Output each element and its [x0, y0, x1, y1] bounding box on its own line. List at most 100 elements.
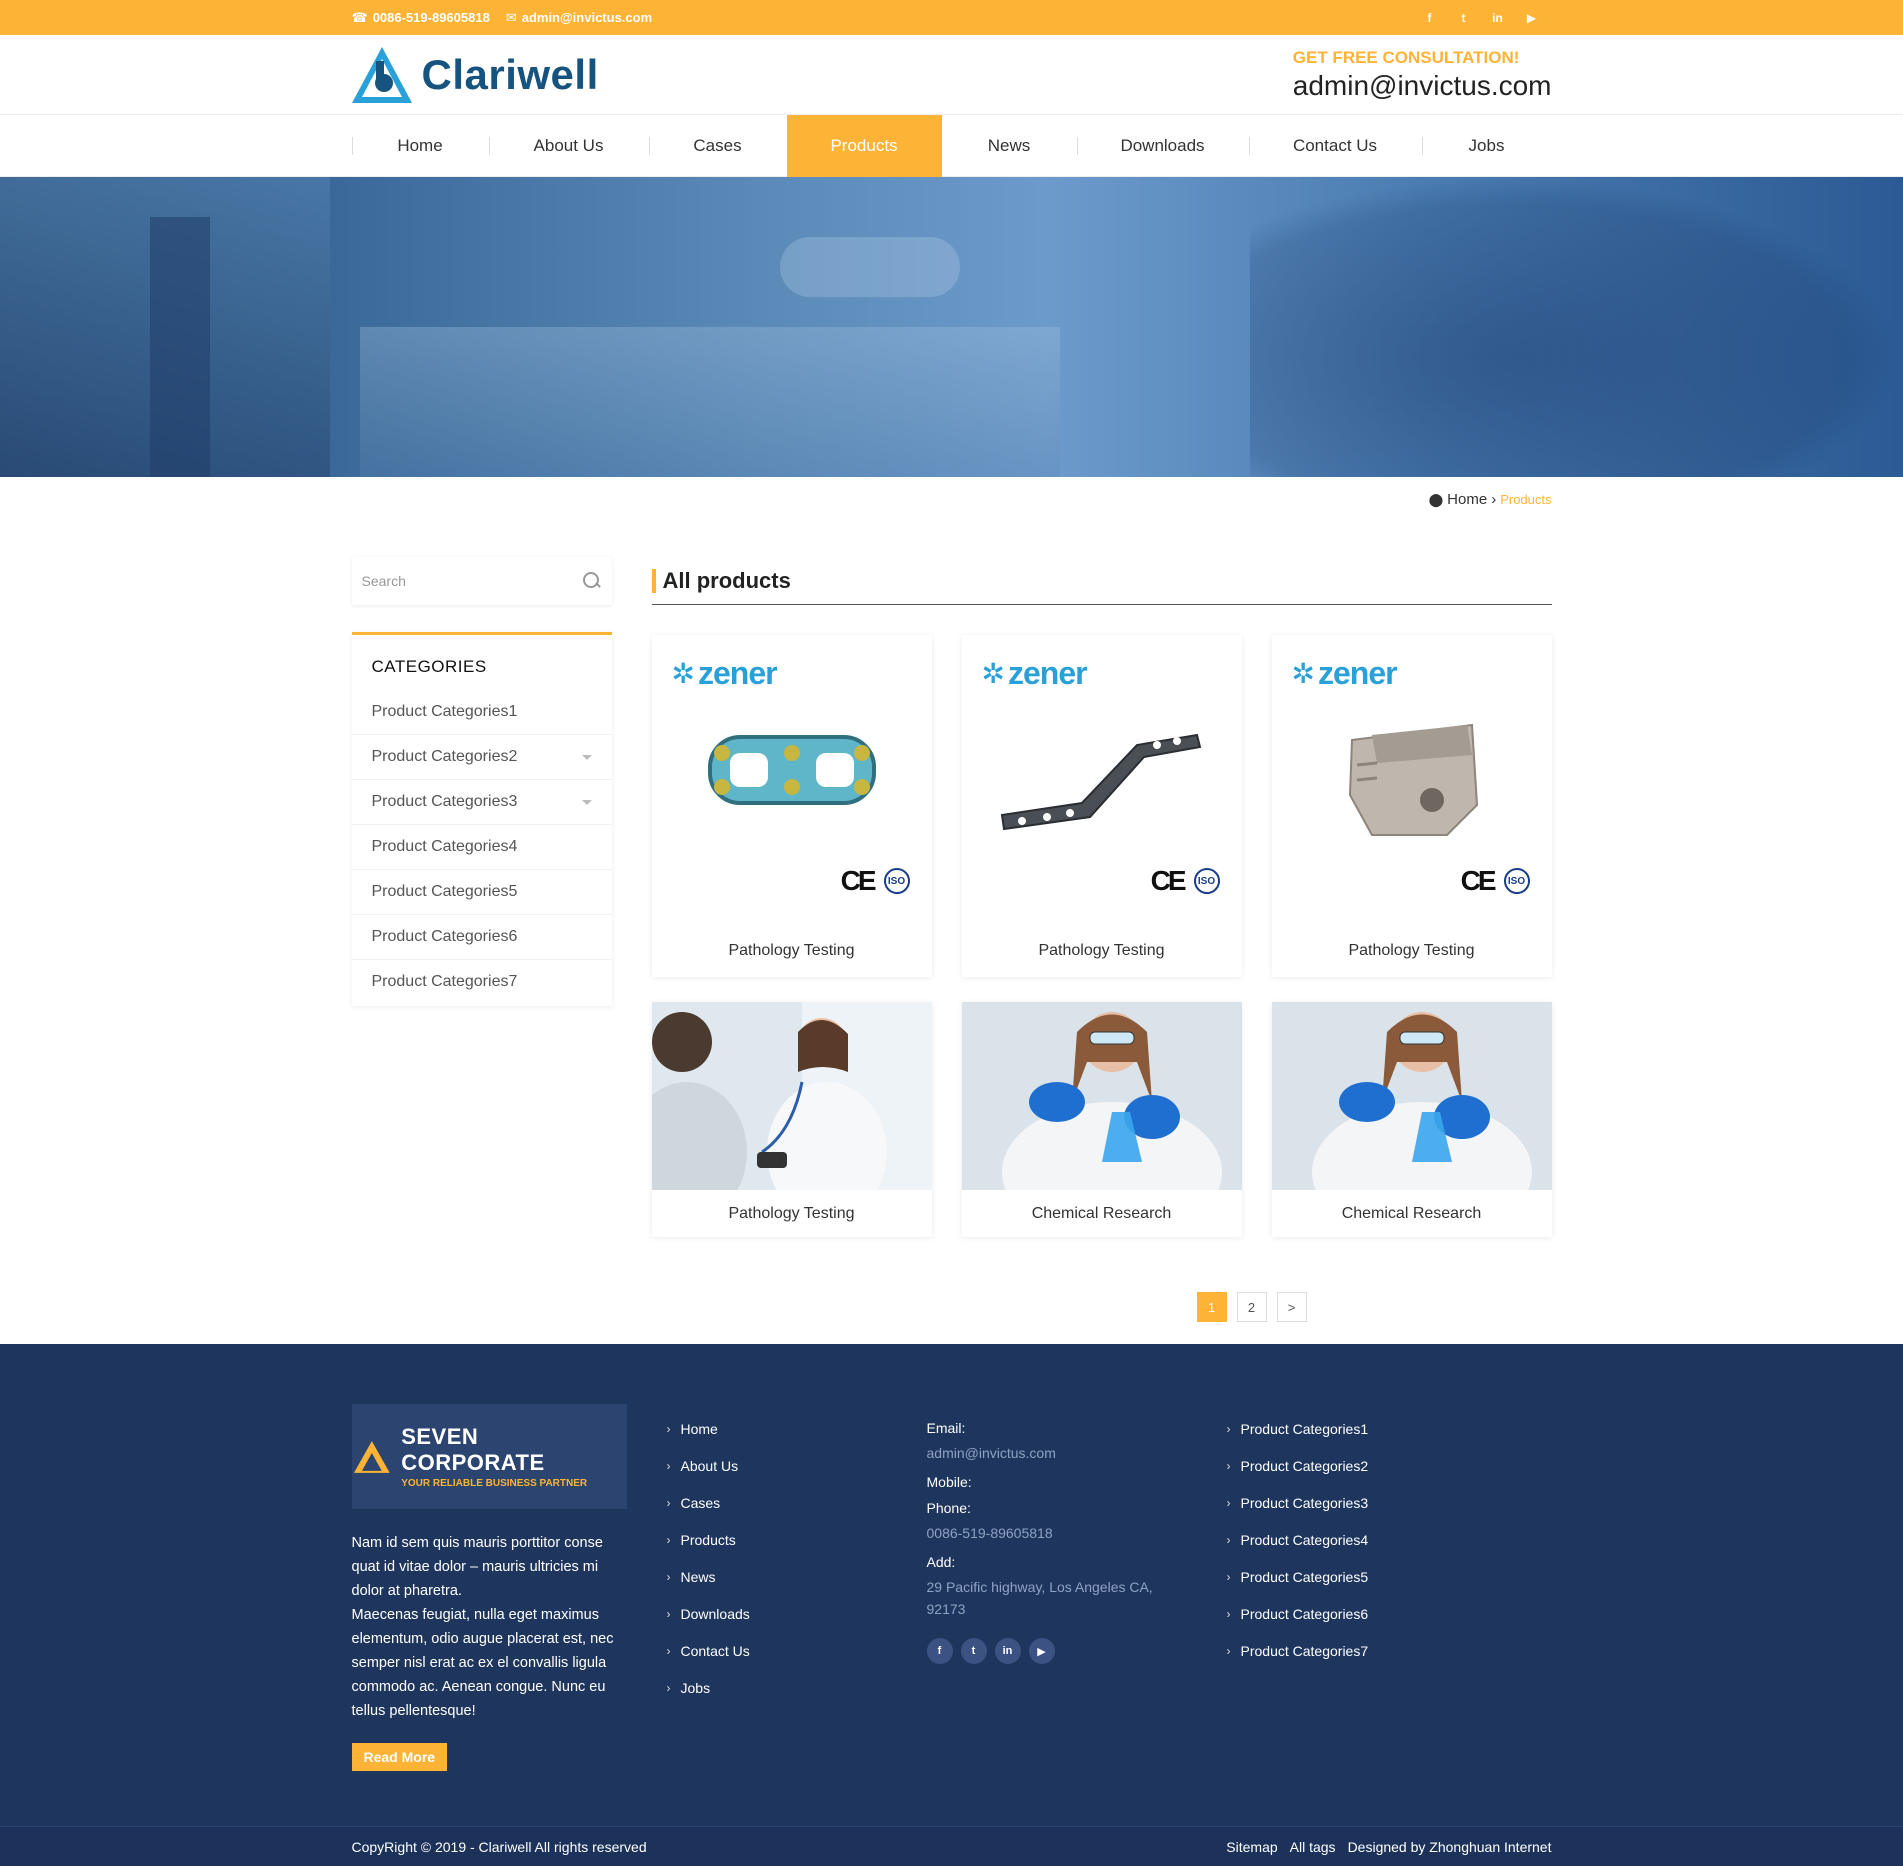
consult-email[interactable]: admin@invictus.com: [1293, 70, 1552, 102]
page-2-button[interactable]: 2: [1236, 1292, 1267, 1322]
corporate-logo-icon: [353, 1440, 390, 1473]
footer-category-3[interactable]: › Product Categories3: [1227, 1484, 1527, 1521]
category-item-4[interactable]: Product Categories4: [351, 824, 612, 869]
category-item-7[interactable]: Product Categories7: [351, 959, 612, 1004]
category-item-1[interactable]: Product Categories1: [352, 689, 612, 734]
breadcrumb-home[interactable]: Home: [1447, 491, 1487, 508]
product-caption[interactable]: Pathology Testing: [962, 925, 1242, 977]
product-card[interactable]: Chemical Research: [961, 1002, 1242, 1237]
next-page-button[interactable]: >: [1276, 1292, 1307, 1322]
footer-link-label: About Us: [680, 1457, 739, 1474]
category-item-6[interactable]: Product Categories6: [351, 914, 612, 959]
nav-item-downloads[interactable]: Downloads: [1076, 115, 1249, 177]
product-caption[interactable]: Chemical Research: [1272, 1190, 1552, 1237]
twitter-icon[interactable]: t: [1456, 11, 1472, 25]
footer-about: SEVEN CORPORATE YOUR RELIABLE BUSINESS P…: [351, 1404, 627, 1771]
chevron-right-icon: ›: [1226, 1421, 1231, 1436]
facebook-icon[interactable]: f: [926, 1638, 953, 1664]
top-social: f t in ▶: [1422, 11, 1540, 25]
page-banner: [0, 177, 1903, 477]
product-image[interactable]: ✲ zener CE ISO: [651, 635, 932, 925]
footer-category-4[interactable]: › Product Categories4: [1227, 1521, 1527, 1558]
footer-link-products[interactable]: › Products: [667, 1521, 927, 1558]
product-caption[interactable]: Pathology Testing: [652, 925, 932, 977]
nav-item-contact[interactable]: Contact Us: [1248, 115, 1422, 177]
youtube-icon[interactable]: ▶: [1524, 11, 1540, 25]
footer-link-jobs[interactable]: › Jobs: [667, 1669, 927, 1706]
search-input[interactable]: [361, 573, 552, 589]
product-card[interactable]: Pathology Testing: [651, 1002, 932, 1237]
nav-item-cases[interactable]: Cases: [648, 115, 787, 177]
footer-phone: 0086-519-89605818: [926, 1525, 1053, 1541]
certification-marks: CE ISO: [1151, 865, 1220, 897]
nav-item-about[interactable]: About Us: [488, 115, 649, 177]
chevron-right-icon: ›: [1226, 1495, 1231, 1510]
page-1-button[interactable]: 1: [1196, 1292, 1227, 1322]
category-item-5[interactable]: Product Categories5: [351, 869, 612, 914]
footer-link-about[interactable]: › About Us: [667, 1447, 927, 1484]
product-card[interactable]: Chemical Research: [1271, 1002, 1552, 1237]
product-caption[interactable]: Pathology Testing: [652, 1190, 932, 1237]
footer-link-downloads[interactable]: › Downloads: [667, 1595, 927, 1632]
footer-logo[interactable]: SEVEN CORPORATE YOUR RELIABLE BUSINESS P…: [351, 1404, 627, 1509]
footer-brand-title: SEVEN CORPORATE: [401, 1424, 545, 1475]
certification-marks: CE ISO: [1461, 865, 1530, 897]
category-label: Product Categories3: [371, 793, 518, 810]
product-caption[interactable]: Chemical Research: [962, 1190, 1242, 1237]
read-more-button[interactable]: Read More: [351, 1743, 448, 1771]
nav-item-products[interactable]: Products: [786, 115, 942, 177]
top-phone-text: 0086-519-89605818: [372, 10, 490, 25]
all-tags-link[interactable]: All tags: [1290, 1839, 1336, 1855]
caret-down-icon[interactable]: [581, 799, 592, 805]
footer-link-contact[interactable]: › Contact Us: [667, 1632, 927, 1669]
caret-down-icon[interactable]: [581, 754, 592, 760]
logo-mark-icon: [351, 47, 412, 103]
footer-email[interactable]: admin@invictus.com: [927, 1442, 1227, 1464]
product-card[interactable]: ✲ zener CE ISO Pathology Testing: [961, 635, 1242, 977]
product-card[interactable]: ✲ zener CE ISO Pathology Testing: [1271, 635, 1552, 977]
copyright-text: CopyRight © 2019 - Clariwell All rights …: [351, 1839, 647, 1855]
category-item-3[interactable]: Product Categories3: [351, 779, 612, 824]
product-caption[interactable]: Pathology Testing: [1272, 925, 1552, 977]
section-title: All products: [651, 557, 1552, 605]
footer-category-6[interactable]: › Product Categories6: [1227, 1595, 1527, 1632]
section-title-text: All products: [651, 568, 791, 593]
top-email[interactable]: ✉ admin@invictus.com: [506, 10, 652, 26]
location-pin-icon: ⬤: [1428, 491, 1444, 507]
category-label: Product Categories5: [371, 883, 518, 900]
category-item-2[interactable]: Product Categories2: [351, 734, 612, 779]
chevron-right-icon: ›: [1226, 1569, 1231, 1584]
site-logo[interactable]: Clariwell: [351, 45, 599, 105]
product-image[interactable]: [1271, 1002, 1552, 1190]
nav-item-news[interactable]: News: [942, 115, 1077, 177]
sitemap-link[interactable]: Sitemap: [1226, 1839, 1277, 1855]
linkedin-icon[interactable]: in: [1490, 11, 1506, 25]
footer-category-2[interactable]: › Product Categories2: [1227, 1447, 1527, 1484]
footer-about-text-2: Maecenas feugiat, nulla eget maximus ele…: [351, 1607, 614, 1719]
nav-item-home[interactable]: Home: [351, 115, 489, 177]
facebook-icon[interactable]: f: [1422, 11, 1438, 25]
product-card[interactable]: ✲ zener CE ISO Pathology Testing: [651, 635, 932, 977]
ce-mark: CE: [840, 865, 877, 896]
product-image[interactable]: [651, 1002, 932, 1190]
footer-link-cases[interactable]: › Cases: [667, 1484, 927, 1521]
product-image[interactable]: ✲ zener CE ISO: [1271, 635, 1552, 925]
category-label: Product Categories4: [371, 838, 518, 855]
ce-mark: CE: [1150, 865, 1187, 896]
linkedin-icon[interactable]: in: [994, 1638, 1021, 1664]
nav-item-jobs[interactable]: Jobs: [1421, 115, 1552, 177]
footer-category-5[interactable]: › Product Categories5: [1227, 1558, 1527, 1595]
product-image[interactable]: ✲ zener CE ISO: [961, 635, 1242, 925]
footer-category-7[interactable]: › Product Categories7: [1227, 1632, 1527, 1669]
top-bar: ☎ 0086-519-89605818 ✉ admin@invictus.com…: [0, 0, 1903, 35]
search-icon[interactable]: [582, 571, 602, 591]
top-email-text: admin@invictus.com: [521, 10, 653, 25]
footer-link-news[interactable]: › News: [667, 1558, 927, 1595]
designed-by-link[interactable]: Designed by Zhonghuan Internet: [1348, 1839, 1552, 1855]
footer-link-home[interactable]: › Home: [667, 1410, 927, 1447]
twitter-icon[interactable]: t: [960, 1638, 987, 1664]
youtube-icon[interactable]: ▶: [1028, 1638, 1055, 1664]
categories-panel: CATEGORIES Product Categories1 Product C…: [351, 632, 612, 1006]
product-image[interactable]: [961, 1002, 1242, 1190]
footer-category-1[interactable]: › Product Categories1: [1227, 1410, 1527, 1447]
